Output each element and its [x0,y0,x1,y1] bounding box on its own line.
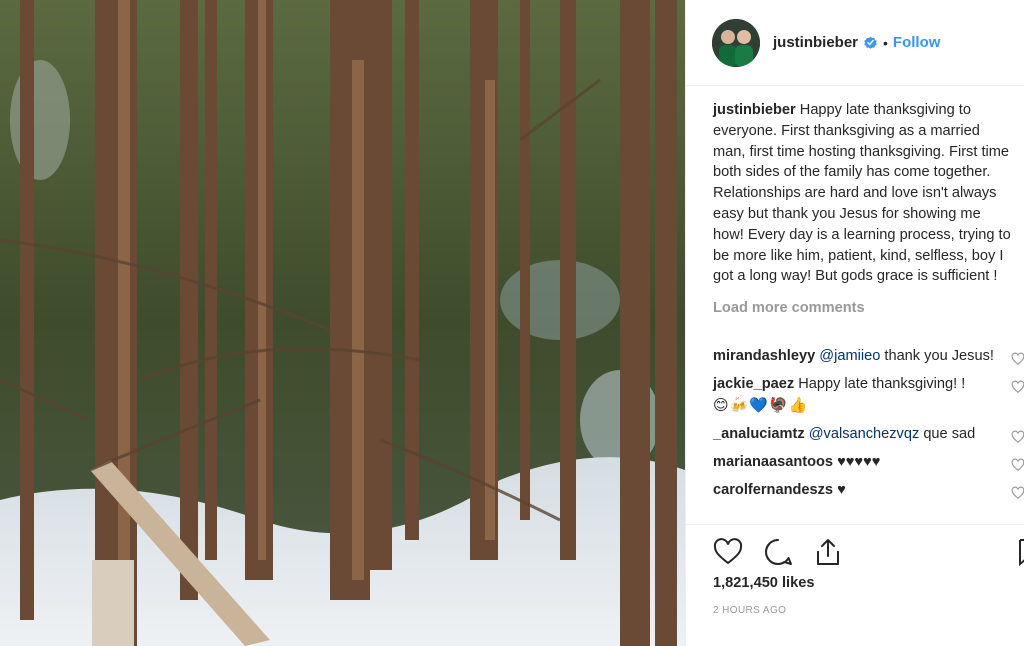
avatar[interactable] [712,18,760,67]
heart-icon[interactable] [713,537,743,567]
comment-list: mirandashleyy @jamiieo thank you Jesus! … [713,346,1024,508]
comment-emojis: 😊🍻💙🦃👍 [713,396,809,414]
caption: justinbieber Happy late thanksgiving to … [713,100,1013,287]
comment-username[interactable]: marianaasantoos [713,454,833,470]
verified-badge-icon [864,36,877,49]
comment-item: carolfernandeszs ♥ [713,480,1024,501]
post-header: justinbieber • Follow [686,0,1024,86]
comment-mention[interactable]: @jamiieo [819,348,880,364]
separator-dot: • [883,34,888,51]
caption-username[interactable]: justinbieber [713,102,796,118]
action-bar: 1,821,450 likes 2 HOURS AGO [686,524,1024,616]
comment-text: ♥ [833,482,846,498]
comment-heart-icon[interactable] [1011,352,1024,366]
post-panel: justinbieber • Follow justinbieber Happy… [685,0,1024,646]
follow-button[interactable]: Follow [893,34,941,51]
comment-heart-icon[interactable] [1011,380,1024,394]
comment-username[interactable]: carolfernandeszs [713,482,833,498]
comment-heart-icon[interactable] [1011,486,1024,500]
comment-username[interactable]: _analuciamtz [713,426,805,442]
likes-count[interactable]: 1,821,450 likes [713,575,814,591]
caption-text: Happy late thanksgiving to everyone. Fir… [713,102,1011,285]
comment-item: mirandashleyy @jamiieo thank you Jesus! [713,346,1024,367]
post-photo[interactable] [0,0,685,646]
comment-username[interactable]: jackie_paez [713,376,794,392]
bookmark-icon[interactable] [1018,537,1024,567]
comment-text: Happy late thanksgiving! ! [794,376,966,392]
post-username[interactable]: justinbieber [773,34,858,51]
comment-item: marianaasantoos ♥♥♥♥♥ [713,452,1024,473]
forest-image [0,0,685,646]
comment-bubble-icon[interactable] [763,537,793,567]
comment-heart-icon[interactable] [1011,458,1024,472]
comment-mention[interactable]: @valsanchezvqz [809,426,920,442]
comment-username[interactable]: mirandashleyy [713,348,815,364]
comment-heart-icon[interactable] [1011,430,1024,444]
action-icons [713,537,843,567]
comment-text: thank you Jesus! [880,348,994,364]
post-timestamp[interactable]: 2 HOURS AGO [713,605,786,616]
comment-text: ♥♥♥♥♥ [833,454,881,470]
comment-text: que sad [919,426,976,442]
share-icon[interactable] [813,537,843,567]
load-more-comments-button[interactable]: Load more comments [713,298,1013,319]
caption-block: justinbieber Happy late thanksgiving to … [713,100,1013,319]
comment-item: jackie_paez Happy late thanksgiving! ! 😊… [713,374,1024,417]
comment-item: _analuciamtz @valsanchezvqz que sad [713,424,1024,445]
